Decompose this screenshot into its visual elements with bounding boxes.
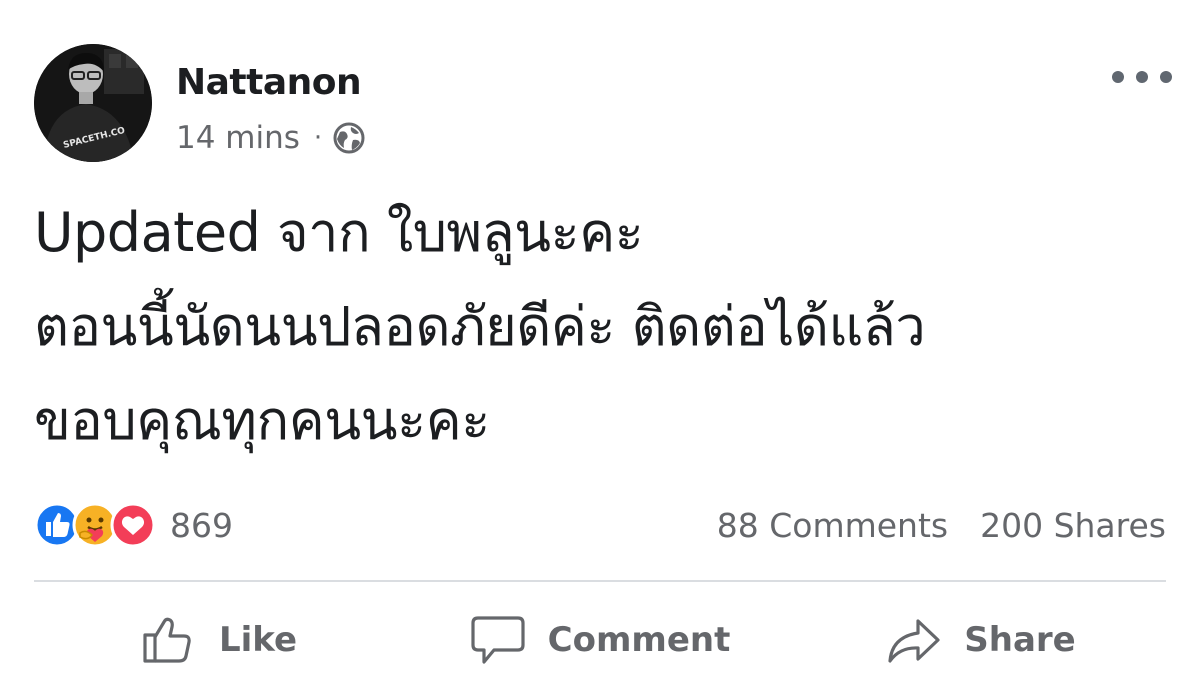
share-button[interactable]: Share	[796, 600, 1166, 680]
action-bar: Like Comment Share	[34, 600, 1166, 680]
facebook-post: SPACETH.CO Nattanon 14 mins · Updated จา…	[0, 0, 1200, 695]
author-name[interactable]: Nattanon	[176, 62, 362, 103]
love-icon	[110, 502, 156, 548]
comment-button[interactable]: Comment	[415, 600, 785, 680]
comments-count-link[interactable]: 88 Comments	[717, 506, 948, 545]
avatar-photo: SPACETH.CO	[34, 44, 152, 162]
reaction-count: 869	[170, 505, 233, 545]
more-options-button[interactable]	[1112, 60, 1172, 94]
post-timestamp[interactable]: 14 mins	[176, 120, 300, 156]
engagement-stats: 88 Comments 200 Shares	[717, 500, 1166, 550]
post-body-text: Updated จาก ใบพลูนะคะ ตอนนี้นัดนนปลอดภัย…	[34, 201, 926, 452]
like-label: Like	[218, 620, 298, 660]
comment-label: Comment	[547, 620, 731, 660]
globe-icon	[333, 122, 365, 154]
reactions-summary[interactable]: 869	[34, 500, 233, 550]
divider	[34, 580, 1166, 582]
reaction-icons	[34, 502, 156, 548]
meta-separator: ·	[313, 123, 323, 153]
share-label: Share	[964, 620, 1076, 660]
avatar[interactable]: SPACETH.CO	[34, 44, 152, 162]
post-meta: 14 mins ·	[176, 118, 366, 158]
share-arrow-icon	[888, 619, 940, 663]
shares-count-link[interactable]: 200 Shares	[980, 506, 1166, 545]
like-button[interactable]: Like	[34, 600, 404, 680]
comment-icon	[471, 616, 525, 664]
thumbs-up-icon	[143, 617, 191, 663]
ellipsis-icon	[1112, 71, 1124, 83]
